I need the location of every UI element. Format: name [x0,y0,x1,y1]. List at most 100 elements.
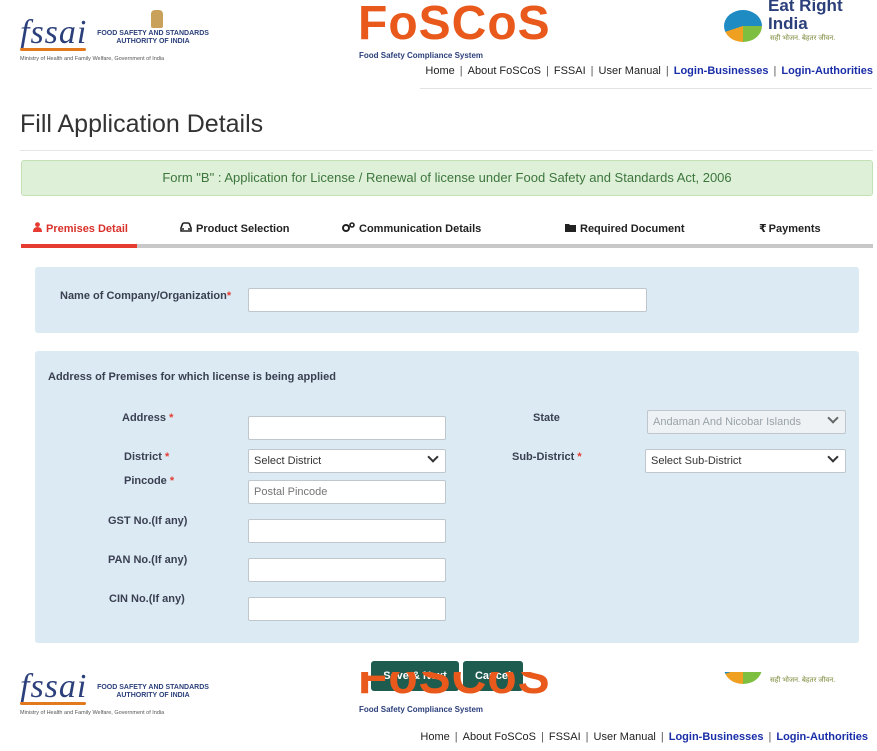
nav-separator: | [590,65,594,77]
eat-right-globe-icon [724,672,762,684]
fssai-logo[interactable]: fssai FOOD SAFETY AND STANDARDS AUTHORIT… [20,10,235,65]
top-nav: Home | About FoSCoS | FSSAI | User Manual | Logi… [425,65,873,77]
state-select-value: Andaman And Nicobar Islands [653,416,801,428]
required-mark: * [164,451,170,463]
tab-label: Required Document [580,223,685,235]
fssai-ministry: Ministry of Health and Family Welfare, G… [20,56,165,62]
required-mark: * [169,475,175,487]
nav-separator: | [546,65,549,77]
rupee-icon: ₹ [759,223,767,235]
gst-label: GST No.(If any) [108,515,188,527]
required-mark: * [226,290,232,302]
fssai-ministry: Ministry of Health and Family Welfare, G… [20,710,165,716]
district-select[interactable]: Select District [248,449,446,473]
tabs-active-indicator [21,244,137,248]
nav-home[interactable]: Home [425,65,454,77]
company-label: Name of Company/Organization* [60,290,231,302]
nav-about-foscos[interactable]: About FoSCoS [468,65,541,77]
gst-input[interactable] [248,519,446,543]
eat-right-globe-icon [724,10,762,42]
company-label-text: Name of Company/Organization [60,290,227,302]
fssai-org-line2: AUTHORITY OF INDIA [116,692,190,699]
subdistrict-select-value: Select Sub-District [651,455,742,467]
foscos-title: FoSCoS [358,672,551,704]
eat-right-line2: India [768,14,808,33]
fssai-wordmark: fssai [20,14,88,51]
folder-icon [565,212,576,246]
tabs-underline [21,244,873,248]
subdistrict-label-text: Sub-District [512,451,575,463]
state-label: State [533,412,560,424]
eat-right-india-logo[interactable]: सही भोजन. बेहतर जीवन. [722,672,872,692]
cin-label: CIN No.(If any) [109,593,185,605]
tab-label: Payments [768,223,821,235]
fssai-org-name: FOOD SAFETY AND STANDARDS AUTHORITY OF I… [92,684,214,700]
subdistrict-select[interactable]: Select Sub-District [645,449,846,473]
pan-label: PAN No.(If any) [108,554,188,566]
nav-user-manual[interactable]: User Manual [599,65,661,77]
nav-user-manual[interactable]: User Manual [594,731,656,743]
foscos-logo[interactable]: FoSCoS Food Safety Compliance System [358,672,550,716]
address-label: Address * [122,412,173,424]
fssai-wordmark: fssai [20,672,88,705]
tab-label: Premises Detail [46,223,128,235]
nav-fssai[interactable]: FSSAI [549,731,581,743]
fssai-logo[interactable]: fssai FOOD SAFETY AND STANDARDS AUTHORIT… [20,672,235,719]
fssai-org-name: FOOD SAFETY AND STANDARDS AUTHORITY OF I… [92,30,214,46]
nav-about-foscos[interactable]: About FoSCoS [463,731,536,743]
pincode-input[interactable] [248,480,446,504]
nav-login-businesses[interactable]: Login-Businesses [669,731,764,743]
district-label-text: District [124,451,162,463]
pincode-label: Pincode * [124,475,174,487]
state-select[interactable]: Andaman And Nicobar Islands [647,410,846,434]
nav-separator: | [768,731,772,743]
district-label: District * [124,451,169,463]
tab-label: Communication Details [359,223,482,235]
header-divider [420,88,872,89]
subdistrict-label: Sub-District * [512,451,582,463]
user-icon [33,212,42,246]
eat-right-tagline: सही भोजन. बेहतर जीवन. [770,35,836,42]
district-select-value: Select District [254,455,322,467]
form-banner: Form "B" : Application for License / Ren… [21,160,873,196]
address-input[interactable] [248,416,446,440]
chevron-down-icon [827,451,839,463]
tab-required-document[interactable]: Required Document [565,212,685,246]
national-emblem-icon [151,10,163,28]
tab-communication-details[interactable]: Communication Details [342,212,481,246]
pincode-label-text: Pincode [124,475,167,487]
cin-input[interactable] [248,597,446,621]
eat-right-india-logo[interactable]: Eat Right India सही भोजन. बेहतर जीवन. [722,0,872,50]
nav-login-authorities[interactable]: Login-Authorities [781,65,873,77]
nav-separator: | [459,65,463,77]
page-title: Fill Application Details [20,110,264,138]
nav-separator: | [665,65,669,77]
required-mark: * [169,412,174,424]
foscos-logo[interactable]: FoSCoS Food Safety Compliance System [358,0,550,62]
nav-separator: | [773,65,777,77]
footer-nav: Home | About FoSCoS | FSSAI | User Manual | Logi… [420,731,868,743]
pan-input[interactable] [248,558,446,582]
nav-separator: | [585,731,589,743]
car-icon [180,212,192,246]
nav-separator: | [660,731,664,743]
fssai-org-line1: FOOD SAFETY AND STANDARDS [97,30,209,37]
tab-product-selection[interactable]: Product Selection [180,212,290,246]
fssai-underline [20,702,86,705]
nav-separator: | [541,731,544,743]
title-divider [20,150,873,151]
nav-home[interactable]: Home [420,731,449,743]
nav-login-authorities[interactable]: Login-Authorities [776,731,868,743]
site-header: fssai FOOD SAFETY AND STANDARDS AUTHORIT… [0,0,877,90]
required-mark: * [577,451,582,463]
tab-label: Product Selection [196,223,290,235]
fssai-org-line2: AUTHORITY OF INDIA [116,38,190,45]
nav-login-businesses[interactable]: Login-Businesses [674,65,769,77]
site-footer: fssai FOOD SAFETY AND STANDARDS AUTHORIT… [0,672,877,751]
foscos-subtitle: Food Safety Compliance System [359,705,484,714]
nav-fssai[interactable]: FSSAI [554,65,586,77]
tab-payments[interactable]: ₹ Payments [759,212,821,246]
tab-premises-detail[interactable]: Premises Detail [33,212,128,246]
foscos-title: FoSCoS [358,0,551,50]
company-name-input[interactable] [248,288,647,312]
